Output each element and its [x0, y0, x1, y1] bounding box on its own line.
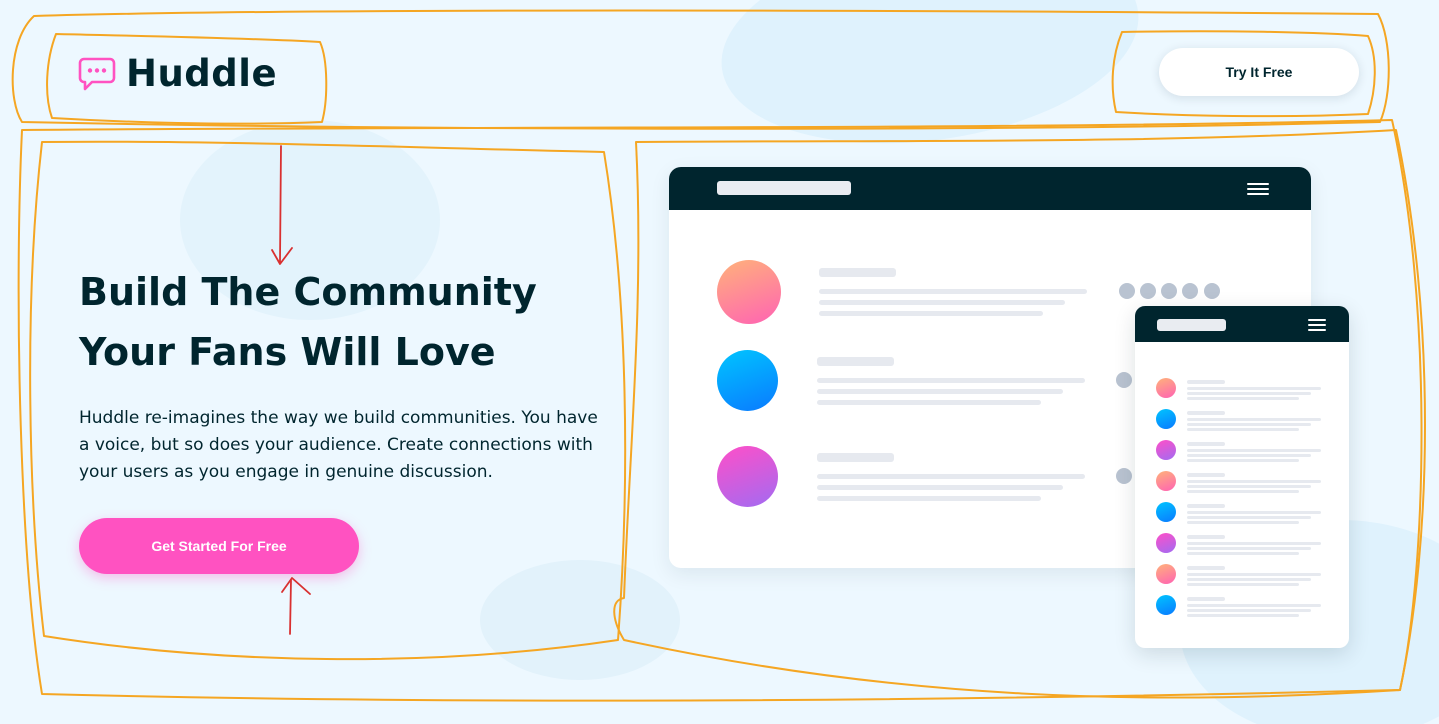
placeholder-line: [817, 357, 894, 366]
placeholder-line: [1187, 392, 1311, 395]
placeholder-line: [1187, 583, 1299, 586]
placeholder-line: [1187, 411, 1225, 415]
hamburger-icon: [1247, 183, 1269, 195]
avatar: [1156, 409, 1176, 429]
presence-dot: [1182, 283, 1198, 299]
placeholder-line: [817, 485, 1063, 490]
chat-bubble-icon: [78, 57, 116, 90]
presence-dot: [1119, 283, 1135, 299]
placeholder-line: [817, 389, 1063, 394]
placeholder-line: [1187, 459, 1299, 462]
logo-text: Huddle: [126, 52, 278, 95]
placeholder-line: [1187, 547, 1311, 550]
placeholder-line: [1187, 573, 1321, 576]
placeholder-line: [1187, 397, 1299, 400]
placeholder-line: [1187, 449, 1321, 452]
presence-dot: [1116, 372, 1132, 388]
placeholder-line: [1187, 552, 1299, 555]
mockup-title-placeholder: [717, 181, 851, 195]
avatar: [1156, 378, 1176, 398]
placeholder-line: [1187, 380, 1225, 384]
annotation-arrow-up: [281, 577, 311, 635]
logo-link[interactable]: Huddle: [78, 52, 277, 95]
placeholder-line: [1187, 442, 1225, 446]
placeholder-line: [817, 378, 1085, 383]
mobile-mockup: [1135, 306, 1349, 648]
placeholder-line: [1187, 480, 1321, 483]
placeholder-line: [1187, 387, 1321, 390]
placeholder-line: [817, 496, 1041, 501]
avatar: [717, 446, 778, 507]
hero-title-line: Your Fans Will Love: [79, 330, 496, 374]
get-started-button[interactable]: Get Started For Free: [79, 518, 359, 574]
background-blob: [708, 0, 1152, 169]
placeholder-line: [1187, 485, 1311, 488]
avatar: [1156, 595, 1176, 615]
avatar: [717, 260, 781, 324]
background-blob: [480, 560, 680, 680]
try-it-free-button[interactable]: Try It Free: [1159, 48, 1359, 96]
mockup-header-bar: [1135, 306, 1349, 342]
hero-title: Build The Community Your Fans Will Love: [79, 262, 599, 382]
placeholder-line: [1187, 578, 1311, 581]
avatar: [1156, 502, 1176, 522]
hero-title-line: Build The Community: [79, 270, 537, 314]
avatar: [717, 350, 778, 411]
presence-dot: [1140, 283, 1156, 299]
avatar: [1156, 440, 1176, 460]
placeholder-line: [1187, 521, 1299, 524]
placeholder-line: [819, 268, 896, 277]
placeholder-line: [1187, 423, 1311, 426]
placeholder-line: [1187, 542, 1321, 545]
placeholder-line: [1187, 516, 1311, 519]
mockup-header-bar: [669, 167, 1311, 210]
placeholder-line: [819, 300, 1065, 305]
avatar: [1156, 471, 1176, 491]
placeholder-line: [1187, 597, 1225, 601]
placeholder-line: [1187, 566, 1225, 570]
placeholder-line: [1187, 473, 1225, 477]
placeholder-line: [817, 400, 1041, 405]
placeholder-line: [819, 289, 1087, 294]
presence-dot: [1161, 283, 1177, 299]
hero-description: Huddle re-imagines the way we build comm…: [79, 408, 598, 482]
placeholder-line: [1187, 535, 1225, 539]
placeholder-line: [1187, 428, 1299, 431]
hamburger-icon: [1308, 319, 1326, 331]
placeholder-line: [817, 453, 894, 462]
placeholder-line: [1187, 504, 1225, 508]
placeholder-line: [817, 474, 1085, 479]
placeholder-line: [1187, 604, 1321, 607]
placeholder-line: [819, 311, 1043, 316]
placeholder-line: [1187, 418, 1321, 421]
placeholder-line: [1187, 614, 1299, 617]
presence-dot: [1116, 468, 1132, 484]
placeholder-line: [1187, 609, 1311, 612]
placeholder-line: [1187, 454, 1311, 457]
mockup-title-placeholder: [1157, 319, 1226, 331]
avatar: [1156, 533, 1176, 553]
placeholder-line: [1187, 511, 1321, 514]
avatar: [1156, 564, 1176, 584]
presence-dot: [1204, 283, 1220, 299]
placeholder-line: [1187, 490, 1299, 493]
